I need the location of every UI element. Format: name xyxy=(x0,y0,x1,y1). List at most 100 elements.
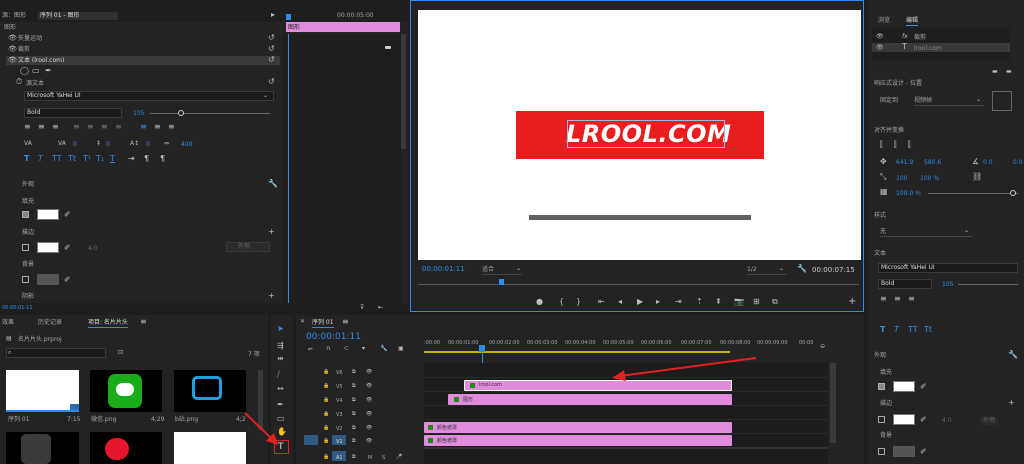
ec-keyframe-area[interactable] xyxy=(282,34,402,304)
insert-sequence-icon[interactable]: ⥅ xyxy=(308,345,313,353)
small-caps-icon[interactable]: Tt xyxy=(68,155,76,163)
chevron-down-icon[interactable]: ⌄ xyxy=(779,265,784,273)
underline-icon[interactable]: T xyxy=(110,155,115,163)
add-shadow-icon[interactable]: + xyxy=(268,292,275,300)
linked-selection-icon[interactable]: ⊂ xyxy=(344,345,349,353)
anchor-value[interactable]: 0.0 xyxy=(1013,159,1023,167)
lock-icon[interactable]: 🔒 xyxy=(323,424,329,432)
project-item-sequence-name[interactable]: 序列 01 xyxy=(8,416,30,424)
justify-icon[interactable]: ≡ xyxy=(115,123,122,131)
monitor-scrub-bar[interactable] xyxy=(418,284,859,285)
track-label-v3[interactable]: V3 xyxy=(336,411,343,419)
stroke-checkbox[interactable] xyxy=(22,244,29,251)
track-select-icon[interactable]: ⇶ xyxy=(277,342,284,350)
eg-stroke-mode[interactable]: 外侧 xyxy=(980,417,999,425)
stopwatch-icon[interactable]: ⏱ xyxy=(16,78,22,86)
timeline-timecode[interactable]: 00:00:01:11 xyxy=(306,332,361,342)
rtl-icon[interactable]: ¶ xyxy=(144,155,149,163)
lift-icon[interactable]: ⇡ xyxy=(696,298,703,306)
eg-fill-swatch[interactable] xyxy=(893,381,915,392)
playhead-marker[interactable] xyxy=(286,14,291,20)
clip-matte-v2[interactable] xyxy=(424,422,732,433)
sync-lock-icon[interactable]: ⧉ xyxy=(352,453,356,461)
leading-icon[interactable]: ‡ xyxy=(97,140,100,148)
style-dropdown[interactable]: 无 xyxy=(880,228,972,237)
faux-bold-icon[interactable]: T xyxy=(24,155,29,163)
wrench-icon[interactable]: 🔧 xyxy=(380,345,387,353)
eyedropper-icon[interactable]: ✐ xyxy=(920,448,927,456)
mark-in-icon[interactable]: { xyxy=(559,298,564,306)
vr-icon[interactable]: ⊞ xyxy=(753,298,760,306)
play-icon[interactable]: ▶ xyxy=(637,298,643,306)
track-label-a1[interactable]: A1 xyxy=(336,454,343,462)
position-x-value[interactable]: 641.9 xyxy=(896,159,913,167)
eyedropper-icon[interactable]: ✐ xyxy=(920,383,927,391)
tsume-value[interactable]: 400 xyxy=(181,141,192,149)
eye-icon[interactable]: 👁 xyxy=(366,410,372,418)
source-tab[interactable]: 源：图形 xyxy=(2,12,26,20)
layer-text-label[interactable]: lrool.com xyxy=(914,45,942,53)
kerning-icon[interactable]: VA xyxy=(24,140,32,148)
justify-icon[interactable]: ≡ xyxy=(101,123,108,131)
close-icon[interactable]: ✕ xyxy=(300,318,305,326)
pin-dropdown[interactable]: 视频帧 xyxy=(914,97,984,106)
sequence-dropdown[interactable]: 序列 01 - 图形 xyxy=(38,12,118,20)
sync-lock-icon[interactable]: ⧉ xyxy=(352,410,356,418)
tab-history[interactable]: 历史记录 xyxy=(38,319,62,327)
baseline-icon[interactable]: A↕ xyxy=(130,140,139,148)
timeline-scrollbar[interactable] xyxy=(830,363,836,443)
background-color-swatch[interactable] xyxy=(37,274,59,285)
menu-icon[interactable]: ≡ xyxy=(140,318,147,326)
project-item-white-thumb[interactable] xyxy=(174,432,246,464)
stroke-width-value[interactable]: 4.0 xyxy=(88,245,98,253)
lock-icon[interactable]: 🔒 xyxy=(323,453,329,461)
zoom-out-icon[interactable]: ⊖ xyxy=(820,343,825,351)
mark-out-icon[interactable]: } xyxy=(576,298,581,306)
chevron-down-icon[interactable]: ⌄ xyxy=(263,92,268,100)
snap-icon[interactable]: ∩ xyxy=(326,345,330,353)
vertical-align-icon[interactable]: ≡ xyxy=(154,123,161,131)
v1-source-patch[interactable] xyxy=(304,435,318,445)
opacity-slider-thumb[interactable] xyxy=(1010,190,1016,196)
new-layer-icon[interactable]: ▬ xyxy=(1006,68,1012,76)
reset-icon[interactable]: ↺ xyxy=(268,56,275,64)
work-area-bar[interactable] xyxy=(424,351,730,353)
effect-vector-motion[interactable]: 矢量运动 xyxy=(18,35,42,43)
justify-icon[interactable]: ≡ xyxy=(73,123,80,131)
monitor-playhead[interactable] xyxy=(499,279,504,285)
tracking-value[interactable]: 0 xyxy=(73,141,77,149)
title-banner[interactable]: LROOL.COM xyxy=(516,111,764,159)
wrench-icon[interactable]: 🔧 xyxy=(1008,351,1018,359)
align-center-icon[interactable]: ≡ xyxy=(38,123,45,131)
tab-width-icon[interactable]: ⇥ xyxy=(128,155,135,163)
extract-icon[interactable]: ⇞ xyxy=(715,298,722,306)
eye-icon[interactable]: 👁 xyxy=(366,382,372,390)
wrench-icon[interactable]: 🔧 xyxy=(797,265,807,273)
fill-checkbox[interactable] xyxy=(22,211,29,218)
align-left-icon[interactable]: ≡ xyxy=(880,295,887,303)
reset-icon[interactable]: ↺ xyxy=(268,34,275,42)
background-checkbox[interactable] xyxy=(22,276,29,283)
search-icon[interactable]: ⌕ xyxy=(8,349,11,357)
tab-browse[interactable]: 浏览 xyxy=(878,17,890,25)
align-icon[interactable]: ⫿ xyxy=(908,141,911,149)
scale-height-value[interactable]: 100 % xyxy=(920,175,939,183)
lock-icon[interactable]: 🔒 xyxy=(323,396,329,404)
chevron-down-icon[interactable]: ⌄ xyxy=(516,265,521,273)
new-layer-icon[interactable]: ▬ xyxy=(992,68,998,76)
go-to-in-icon[interactable]: ⇤ xyxy=(598,298,605,306)
lock-icon[interactable]: 🔒 xyxy=(323,410,329,418)
link-icon[interactable]: ⛓ xyxy=(972,173,982,181)
mute-button[interactable]: M xyxy=(368,454,372,462)
position-y-value[interactable]: 580.6 xyxy=(924,159,941,167)
sync-lock-icon[interactable]: ⧉ xyxy=(352,396,356,404)
eye-icon[interactable]: 👁 xyxy=(366,437,372,445)
track-label-v5[interactable]: V5 xyxy=(336,383,343,391)
align-icon[interactable]: ⫿ xyxy=(894,141,897,149)
superscript-icon[interactable]: T¹ xyxy=(83,155,91,163)
leading-value[interactable]: 0 xyxy=(106,141,110,149)
fill-color-swatch[interactable] xyxy=(37,209,59,220)
sync-lock-icon[interactable]: ⧉ xyxy=(352,437,356,445)
go-to-out-icon[interactable]: ⇥ xyxy=(675,298,682,306)
position-icon[interactable]: ✥ xyxy=(880,158,887,166)
